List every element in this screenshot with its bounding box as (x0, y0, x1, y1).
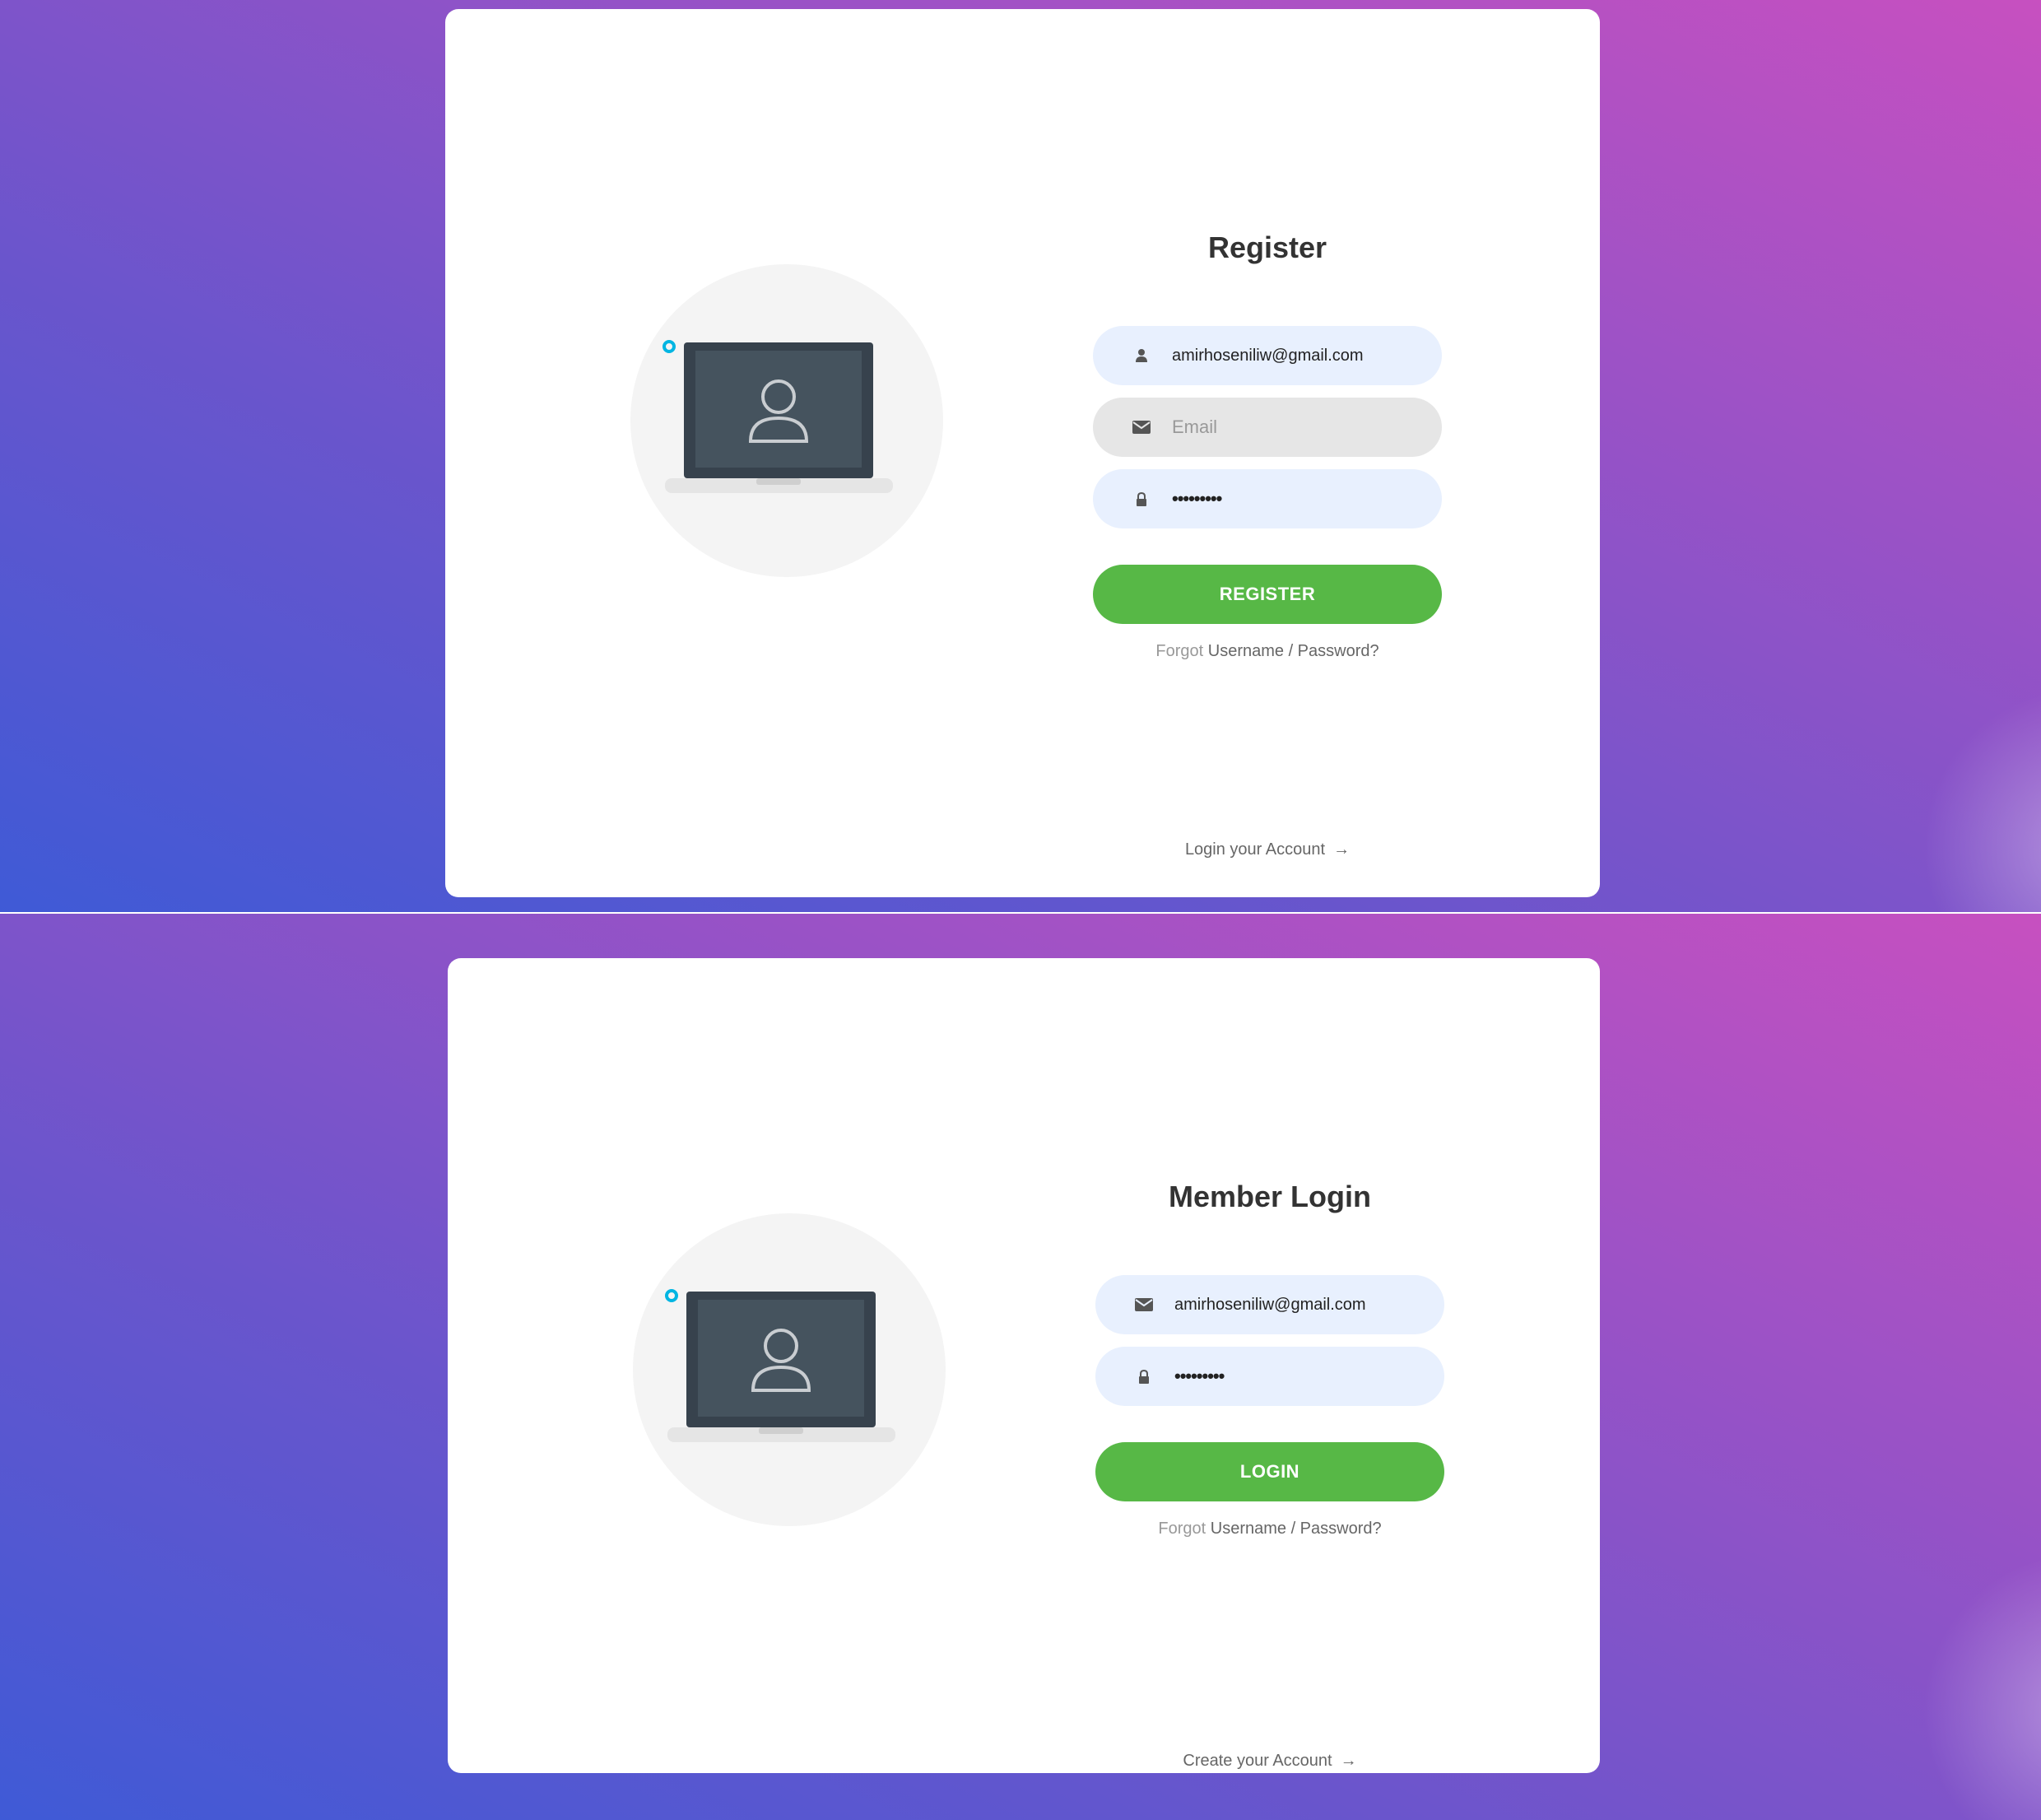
arrow-right-icon: → (1333, 840, 1351, 859)
page-title: Register (1207, 230, 1327, 264)
forgot-password-text: Forgot Username / Password? (1095, 1520, 1444, 1538)
email-value[interactable]: amirhoseniliw@gmail.com (1174, 1296, 1366, 1315)
password-field[interactable]: ••••••••• (1095, 1347, 1444, 1406)
page-title: Member Login (1168, 1180, 1371, 1213)
laptop-screen (695, 351, 862, 468)
forgot-password-text: Forgot Username / Password? (1093, 642, 1442, 661)
email-placeholder[interactable]: Email (1172, 417, 1217, 438)
email-field[interactable]: amirhoseniliw@gmail.com (1095, 1275, 1444, 1334)
laptop-notch (759, 1427, 803, 1434)
create-account-link[interactable]: Create your Account → (1095, 1752, 1444, 1771)
register-form: Register amirhoseniliw@gmail.com Email •… (1093, 219, 1442, 661)
laptop-notch (756, 478, 801, 485)
login-screen: Member Login amirhoseniliw@gmail.com •••… (0, 914, 2041, 1820)
email-field[interactable]: Email (1093, 398, 1442, 457)
forgot-password-link[interactable]: Username / Password? (1211, 1520, 1382, 1538)
username-field[interactable]: amirhoseniliw@gmail.com (1093, 326, 1442, 385)
create-account-label[interactable]: Create your Account (1183, 1752, 1332, 1770)
forgot-prefix: Forgot (1155, 642, 1204, 660)
arrow-right-icon: → (1340, 1752, 1357, 1770)
laptop-illustration (593, 227, 1005, 639)
background-glow (1909, 675, 2041, 912)
register-screen: Register amirhoseniliw@gmail.com Email •… (0, 0, 2041, 912)
login-button[interactable]: LOGIN (1095, 1442, 1444, 1501)
forgot-prefix: Forgot (1158, 1520, 1206, 1538)
forgot-password-link[interactable]: Username / Password? (1208, 642, 1379, 660)
login-card: Member Login amirhoseniliw@gmail.com •••… (448, 958, 1600, 1773)
laptop-screen (698, 1300, 864, 1417)
register-card: Register amirhoseniliw@gmail.com Email •… (445, 9, 1600, 897)
password-value[interactable]: ••••••••• (1174, 1366, 1225, 1387)
login-form: Member Login amirhoseniliw@gmail.com •••… (1095, 1168, 1444, 1538)
password-value[interactable]: ••••••••• (1172, 488, 1222, 510)
login-account-label[interactable]: Login your Account (1185, 840, 1325, 859)
laptop-illustration (596, 1176, 1007, 1588)
login-account-link[interactable]: Login your Account → (1093, 840, 1442, 859)
password-field[interactable]: ••••••••• (1093, 469, 1442, 528)
register-button[interactable]: REGISTER (1093, 565, 1442, 624)
background-glow (1909, 1539, 2041, 1820)
username-value[interactable]: amirhoseniliw@gmail.com (1172, 347, 1364, 365)
